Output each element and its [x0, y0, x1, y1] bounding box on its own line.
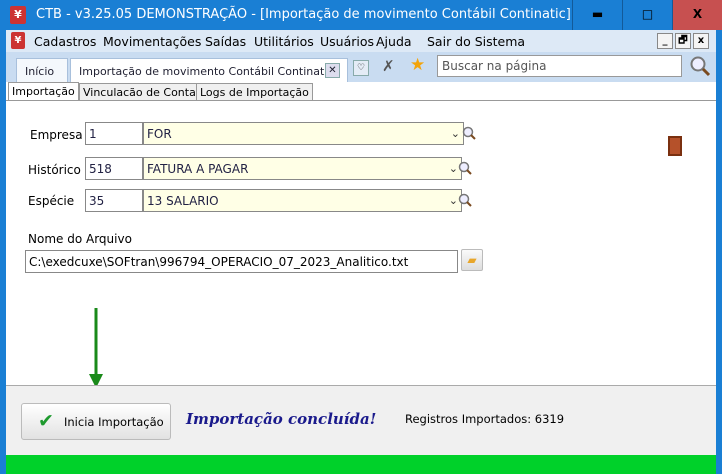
tab-inicio[interactable]: Início — [16, 58, 68, 82]
menu-sair[interactable]: Sair do Sistema — [427, 34, 525, 49]
close-button[interactable]: X — [672, 0, 722, 30]
window-title: CTB - v3.25.05 DEMONSTRAÇÃO - [Importaçã… — [36, 7, 571, 22]
subtab-vinculacao[interactable]: Vinculacão de Contas — [79, 83, 206, 101]
menu-ajuda[interactable]: Ajuda — [376, 34, 412, 49]
title-bar: ¥ CTB - v3.25.05 DEMONSTRAÇÃO - [Importa… — [0, 0, 722, 30]
empresa-label: Empresa — [30, 128, 83, 142]
search-input[interactable]: Buscar na página — [437, 55, 682, 77]
progress-bar — [6, 455, 716, 474]
menu-cadastros[interactable]: Cadastros — [34, 34, 96, 49]
empresa-select[interactable]: FOR ⌄ — [143, 122, 464, 145]
menu-usuarios[interactable]: Usuários — [320, 34, 374, 49]
folder-icon: ▰ — [467, 253, 477, 267]
subtab-importacao[interactable]: Importação — [8, 82, 79, 101]
favorite-star-icon[interactable]: ★ — [410, 55, 425, 75]
arquivo-label: Nome do Arquivo — [28, 232, 132, 246]
historico-select[interactable]: FATURA A PAGAR ⌄ — [143, 157, 462, 180]
import-status: Importação concluída! — [186, 410, 377, 428]
minimize-button[interactable]: ▬ — [572, 0, 622, 30]
green-arrow-icon — [89, 308, 103, 388]
empresa-search-icon[interactable] — [462, 126, 476, 140]
chevron-down-icon[interactable]: ⌄ — [449, 162, 458, 175]
especie-value: 13 SALARIO — [147, 194, 219, 208]
tab-importacao[interactable]: Importação de movimento Contábil Contina… — [70, 58, 348, 82]
app-logo-icon: ¥ — [10, 6, 26, 24]
menu-bar: ¥ Cadastros Movimentações Saídas Utilitá… — [6, 30, 716, 52]
search-icon[interactable] — [689, 55, 711, 77]
tab-close-icon[interactable]: ✕ — [325, 63, 340, 78]
mdi-close-button[interactable]: x — [693, 33, 709, 49]
exit-door-icon[interactable] — [668, 136, 682, 156]
chevron-down-icon[interactable]: ⌄ — [451, 127, 460, 140]
footer-panel: ✔ Inicia Importação Importação concluída… — [6, 385, 716, 455]
unpin-icon[interactable]: ✗ — [382, 57, 395, 75]
maximize-button[interactable]: □ — [622, 0, 672, 30]
menu-movimentacoes[interactable]: Movimentações — [103, 34, 201, 49]
especie-label: Espécie — [28, 194, 75, 208]
historico-label: Histórico — [28, 163, 81, 177]
tab-list-chevron-icon[interactable]: ♡ — [353, 60, 369, 76]
mdi-minimize-button[interactable]: _ — [657, 33, 673, 49]
mdi-restore-button[interactable]: 🗗 — [675, 33, 691, 49]
especie-code-input[interactable]: 35 — [85, 189, 143, 212]
menu-saidas[interactable]: Saídas — [205, 34, 246, 49]
especie-select[interactable]: 13 SALARIO ⌄ — [143, 189, 462, 212]
historico-code-input[interactable]: 518 — [85, 157, 143, 180]
chevron-down-icon[interactable]: ⌄ — [449, 194, 458, 207]
especie-search-icon[interactable] — [458, 193, 472, 207]
historico-search-icon[interactable] — [458, 161, 472, 175]
start-import-button[interactable]: ✔ Inicia Importação — [21, 403, 171, 440]
menu-utilitarios[interactable]: Utilitários — [254, 34, 314, 49]
checkmark-icon: ✔ — [38, 410, 54, 432]
subtab-logs[interactable]: Logs de Importação — [196, 83, 313, 101]
records-imported: Registros Importados: 6319 — [405, 412, 565, 426]
subtab-divider — [6, 100, 716, 101]
progress-fill — [6, 455, 716, 474]
tab-importacao-label: Importação de movimento Contábil Contina… — [79, 65, 334, 78]
empresa-code-input[interactable]: 1 — [85, 122, 143, 145]
folder-open-button[interactable]: ▰ — [461, 249, 483, 271]
historico-value: FATURA A PAGAR — [147, 162, 249, 176]
start-import-label: Inicia Importação — [64, 415, 164, 429]
content-panel: Importação Vinculacão de Contas Logs de … — [6, 82, 716, 388]
menu-logo-icon: ¥ — [11, 32, 25, 49]
arquivo-input[interactable]: C:\exedcuxe\SOFtran\996794_OPERACIO_07_2… — [25, 250, 458, 273]
empresa-value: FOR — [147, 127, 172, 141]
